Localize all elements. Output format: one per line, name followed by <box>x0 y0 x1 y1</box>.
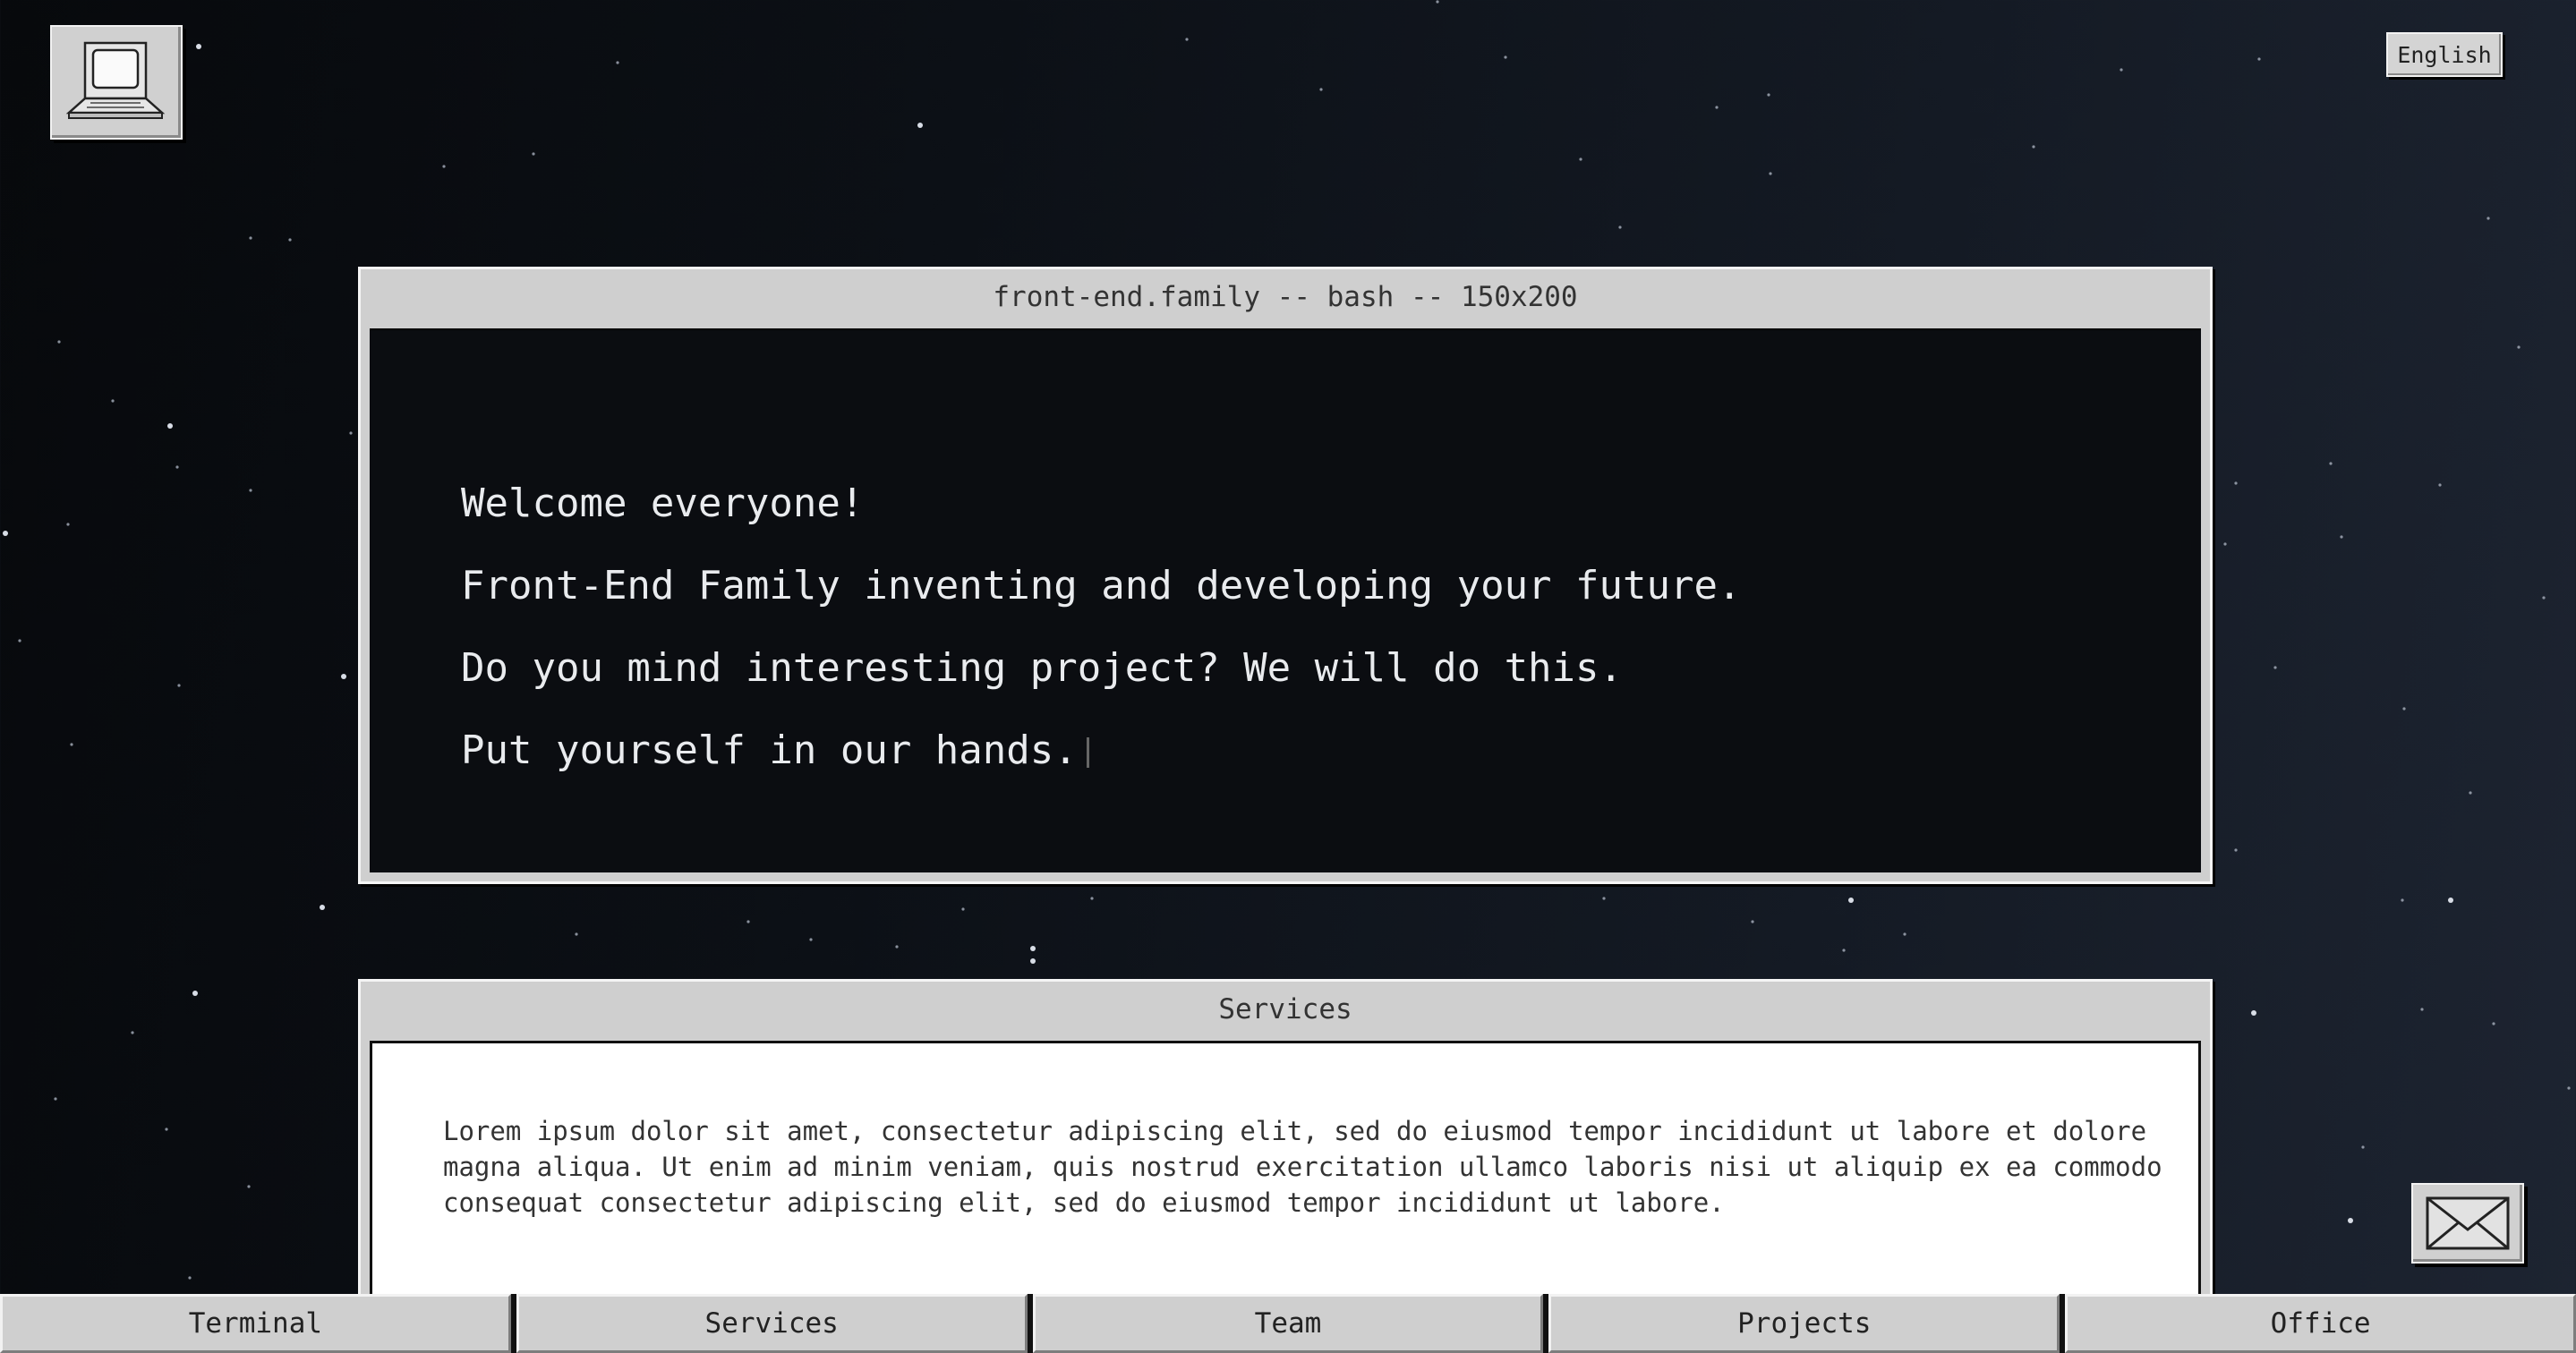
nav-tab-label: Projects <box>1737 1307 1872 1340</box>
terminal-titlebar[interactable]: front-end.family -- bash -- 150x200 <box>361 269 2210 325</box>
computer-icon-button[interactable] <box>50 25 183 140</box>
terminal-title: front-end.family -- bash -- 150x200 <box>993 281 1578 313</box>
nav-tab-team[interactable]: Team <box>1032 1294 1544 1353</box>
services-description: Lorem ipsum dolor sit amet, consectetur … <box>443 1116 2162 1218</box>
language-button[interactable]: English <box>2386 32 2503 77</box>
nav-tab-office[interactable]: Office <box>2065 1294 2576 1353</box>
nav-tab-label: Terminal <box>188 1307 323 1340</box>
bottom-nav: Terminal Services Team Projects Office <box>0 1294 2576 1353</box>
services-title: Services <box>1218 993 1352 1025</box>
mail-icon <box>2426 1196 2510 1250</box>
nav-tab-services[interactable]: Services <box>516 1294 1028 1353</box>
computer-icon <box>65 41 166 119</box>
terminal-line: Welcome everyone! <box>461 481 865 526</box>
terminal-output: Welcome everyone! Front-End Family inven… <box>461 463 1741 792</box>
services-titlebar[interactable]: Services <box>361 982 2210 1037</box>
terminal-line: Front-End Family inventing and developin… <box>461 563 1742 608</box>
terminal-line: Put yourself in our hands. <box>461 728 1078 773</box>
nav-tab-projects[interactable]: Projects <box>1548 1294 2060 1353</box>
terminal-line: Do you mind interesting project? We will… <box>461 645 1624 691</box>
language-label: English <box>2397 41 2492 68</box>
nav-tab-label: Team <box>1254 1307 1322 1340</box>
terminal-body: Welcome everyone! Front-End Family inven… <box>370 328 2201 872</box>
text-cursor <box>1086 737 1089 768</box>
mail-button[interactable] <box>2411 1183 2524 1264</box>
nav-tab-label: Office <box>2270 1307 2371 1340</box>
nav-tab-label: Services <box>704 1307 839 1340</box>
terminal-last-line: Put yourself in our hands. <box>461 710 1741 792</box>
terminal-window: front-end.family -- bash -- 150x200 Welc… <box>358 267 2213 884</box>
nav-tab-terminal[interactable]: Terminal <box>0 1294 511 1353</box>
